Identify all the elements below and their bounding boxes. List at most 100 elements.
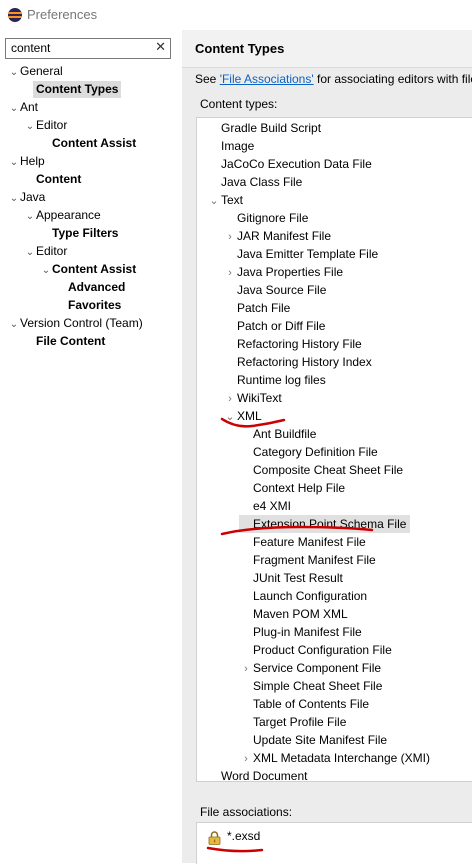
- nav-item[interactable]: ⌄ General: [8, 63, 63, 80]
- content-type-item[interactable]: Gradle Build Script: [207, 119, 321, 137]
- content-type-item[interactable]: › Java Properties File: [223, 263, 343, 281]
- nav-item[interactable]: Type Filters: [40, 225, 118, 242]
- nav-item[interactable]: Favorites: [56, 297, 121, 314]
- content-type-item[interactable]: Table of Contents File: [239, 695, 369, 713]
- preferences-nav-pane: ✕ ⌄GeneralContent Types⌄Ant⌄EditorConten…: [0, 30, 182, 863]
- content-type-item[interactable]: e4 XMI: [239, 497, 291, 515]
- expand-chevron-icon[interactable]: ⌄: [8, 154, 20, 171]
- nav-item-label: Content Types: [36, 82, 119, 96]
- content-type-label: Fragment Manifest File: [253, 553, 376, 567]
- content-type-item[interactable]: JUnit Test Result: [239, 569, 343, 587]
- content-types-tree[interactable]: Gradle Build Script Image JaCoCo Execution…: [196, 117, 472, 782]
- content-type-item[interactable]: Java Emitter Template File: [223, 245, 378, 263]
- content-type-item[interactable]: › Service Component File: [239, 659, 381, 677]
- filter-input[interactable]: [11, 40, 151, 56]
- expand-chevron-icon[interactable]: ›: [223, 264, 237, 282]
- nav-item[interactable]: ⌄ Java: [8, 189, 46, 207]
- content-type-item[interactable]: Refactoring History Index: [223, 353, 372, 371]
- file-associations-list[interactable]: *.exsd: [196, 822, 472, 864]
- content-type-item[interactable]: ⌄ XML: [223, 407, 262, 426]
- expand-chevron-icon[interactable]: ›: [239, 750, 253, 768]
- content-type-item[interactable]: Java Source File: [223, 281, 326, 299]
- content-type-item[interactable]: Feature Manifest File: [239, 533, 366, 551]
- content-type-item[interactable]: Ant Buildfile: [239, 425, 316, 443]
- content-type-item[interactable]: Context Help File: [239, 479, 345, 497]
- nav-item[interactable]: Content Types: [33, 81, 122, 98]
- filter-field[interactable]: ✕: [5, 38, 171, 59]
- content-type-item[interactable]: Category Definition File: [239, 443, 378, 461]
- content-type-item[interactable]: Fragment Manifest File: [239, 551, 376, 569]
- nav-item[interactable]: ⌄ Appearance: [24, 207, 101, 224]
- content-type-item[interactable]: › JAR Manifest File: [223, 227, 331, 245]
- content-type-item[interactable]: Simple Cheat Sheet File: [239, 677, 382, 695]
- nav-item-label: Content: [36, 172, 82, 186]
- content-type-item[interactable]: Gitignore File: [223, 209, 308, 227]
- see-file-associations-text: See 'File Associations' for associating …: [195, 72, 472, 86]
- file-associations-link[interactable]: 'File Associations': [220, 72, 314, 86]
- expand-chevron-icon[interactable]: ⌄: [40, 262, 52, 279]
- content-type-item[interactable]: Refactoring History File: [223, 335, 362, 353]
- expand-chevron-icon[interactable]: ⌄: [24, 244, 36, 261]
- content-type-label: Image: [221, 139, 255, 153]
- nav-item-label: Version Control (Team): [20, 316, 143, 330]
- content-type-item[interactable]: Plug-in Manifest File: [239, 623, 362, 641]
- content-type-label: Launch Configuration: [253, 589, 368, 603]
- content-type-item[interactable]: Runtime log files: [223, 371, 326, 389]
- nav-item[interactable]: File Content: [24, 333, 105, 350]
- expand-chevron-icon[interactable]: ⌄: [24, 118, 36, 135]
- content-type-item[interactable]: Target Profile File: [239, 713, 346, 731]
- expand-chevron-icon[interactable]: ⌄: [24, 208, 36, 225]
- nav-item[interactable]: ⌄ Editor: [24, 117, 68, 135]
- nav-item[interactable]: ⌄ Content Assist: [40, 261, 136, 278]
- content-type-item[interactable]: Image: [207, 137, 254, 155]
- nav-item-label: Favorites: [68, 298, 122, 312]
- content-type-label: Product Configuration File: [253, 643, 392, 657]
- content-type-item[interactable]: Patch or Diff File: [223, 317, 325, 335]
- expand-chevron-icon[interactable]: ⌄: [8, 316, 20, 333]
- expand-chevron-icon[interactable]: ⌄: [207, 192, 221, 210]
- content-type-item[interactable]: › WikiText: [223, 389, 282, 407]
- expand-chevron-icon[interactable]: ⌄: [8, 64, 20, 81]
- content-type-label: Patch or Diff File: [237, 319, 326, 333]
- content-type-item[interactable]: › XML Metadata Interchange (XMI): [239, 749, 430, 767]
- nav-item[interactable]: ⌄ Help: [8, 153, 45, 170]
- content-type-item[interactable]: Word Document: [207, 767, 307, 781]
- content-type-label: XML: [237, 409, 262, 423]
- content-type-item[interactable]: Update Site Manifest File: [239, 731, 387, 749]
- content-type-item[interactable]: ⌄ Text: [207, 191, 243, 209]
- nav-item[interactable]: ⌄ Ant: [8, 99, 38, 116]
- content-type-item[interactable]: Java Class File: [207, 173, 302, 191]
- nav-item[interactable]: Content: [24, 171, 81, 188]
- expand-chevron-icon[interactable]: ⌄: [8, 190, 20, 207]
- content-type-item[interactable]: Maven POM XML: [239, 605, 348, 623]
- nav-item[interactable]: Content Assist: [40, 135, 136, 152]
- content-type-item[interactable]: JaCoCo Execution Data File: [207, 155, 372, 173]
- nav-item[interactable]: ⌄ Version Control (Team): [8, 315, 143, 332]
- content-type-item[interactable]: Extension Point Schema File: [239, 515, 411, 533]
- expand-chevron-icon[interactable]: ⌄: [223, 408, 237, 426]
- content-type-item[interactable]: Patch File: [223, 299, 290, 317]
- expand-chevron-icon[interactable]: ›: [223, 228, 237, 246]
- eclipse-logo-icon: [8, 8, 22, 22]
- content-type-label: Feature Manifest File: [253, 535, 366, 549]
- see-prefix: See: [195, 72, 220, 86]
- expand-chevron-icon[interactable]: ›: [239, 660, 253, 678]
- content-type-label: Service Component File: [253, 661, 382, 675]
- nav-item[interactable]: Advanced: [56, 279, 125, 296]
- content-type-label: Java Source File: [237, 283, 327, 297]
- content-type-label: Java Class File: [221, 175, 303, 189]
- content-type-label: Update Site Manifest File: [253, 733, 388, 747]
- nav-item-label: Content Assist: [52, 136, 137, 150]
- content-type-label: Runtime log files: [237, 373, 326, 387]
- content-type-item[interactable]: Composite Cheat Sheet File: [239, 461, 403, 479]
- file-association-item[interactable]: *.exsd: [227, 829, 260, 843]
- content-type-label: Refactoring History File: [237, 337, 362, 351]
- content-type-item[interactable]: Product Configuration File: [239, 641, 392, 659]
- expand-chevron-icon[interactable]: ⌄: [8, 100, 20, 117]
- clear-filter-icon[interactable]: ✕: [155, 39, 166, 55]
- content-type-label: Table of Contents File: [253, 697, 370, 711]
- content-type-label: Simple Cheat Sheet File: [253, 679, 383, 693]
- nav-item[interactable]: ⌄ Editor: [24, 243, 68, 261]
- expand-chevron-icon[interactable]: ›: [223, 390, 237, 408]
- content-type-item[interactable]: Launch Configuration: [239, 587, 367, 605]
